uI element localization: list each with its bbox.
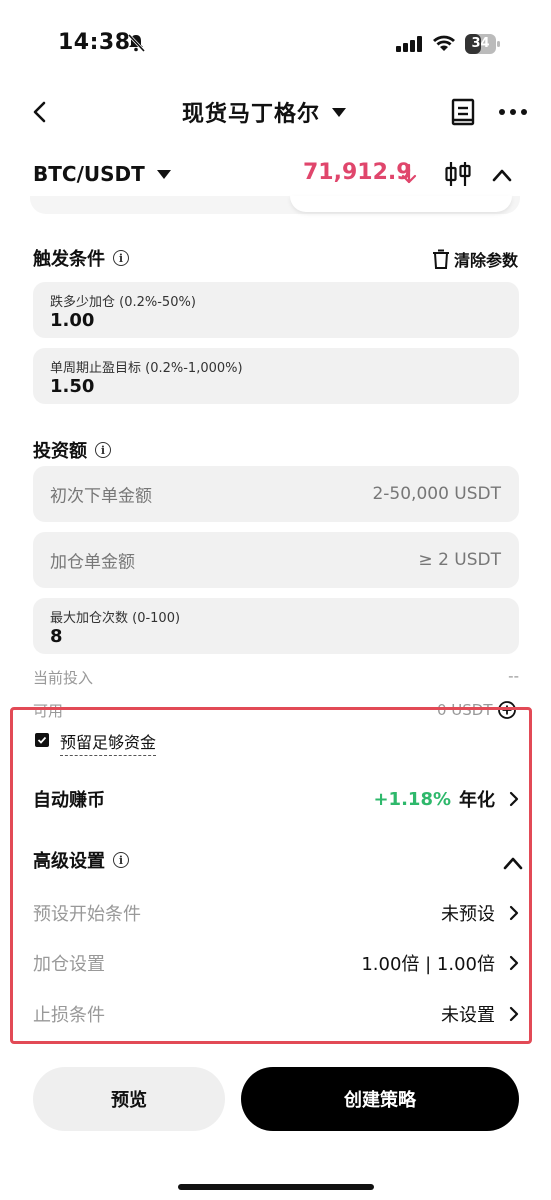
initial-order-range: 2-50,000 USDT xyxy=(372,484,501,504)
trigger-title-text: 触发条件 xyxy=(33,249,105,270)
clear-params-button[interactable]: 清除参数 xyxy=(432,247,518,271)
chevron-up-icon[interactable] xyxy=(503,856,523,870)
chevron-right-icon xyxy=(509,1006,519,1022)
max-add-count-label: 最大加仓次数 (0-100) xyxy=(50,611,181,626)
current-invest-value: -- xyxy=(508,667,519,685)
trigger-section-title: 触发条件 i xyxy=(33,245,129,271)
back-arrow-icon[interactable] xyxy=(30,100,50,124)
chevron-right-icon xyxy=(509,955,519,971)
bell-muted-icon xyxy=(127,33,146,53)
investment-title-text: 投资额 xyxy=(33,441,87,462)
status-time: 14:38 xyxy=(58,30,131,55)
max-add-count-input[interactable]: 最大加仓次数 (0-100) 8 xyxy=(33,598,519,654)
pair-selector[interactable]: BTC/USDT xyxy=(33,162,171,186)
more-icon[interactable] xyxy=(498,108,528,116)
stop-loss-row[interactable]: 未设置 xyxy=(441,1001,519,1027)
auto-earn-row[interactable]: +1.18% 年化 xyxy=(373,786,519,812)
clear-params-label: 清除参数 xyxy=(454,251,519,270)
initial-order-placeholder: 初次下单金额 xyxy=(50,486,152,507)
auto-earn-rate: +1.18% xyxy=(373,788,451,810)
chevron-right-icon xyxy=(509,791,519,807)
pair-symbol: BTC/USDT xyxy=(33,162,145,186)
max-add-count-value: 8 xyxy=(50,626,63,647)
add-order-input[interactable]: 加仓单金额 ≥ 2 USDT xyxy=(33,532,519,588)
drop-percent-value: 1.00 xyxy=(50,310,95,331)
add-position-settings-label: 加仓设置 xyxy=(33,954,105,975)
caret-down-icon xyxy=(156,169,171,179)
investment-section-title: 投资额 i xyxy=(33,437,111,463)
trash-icon xyxy=(433,249,449,269)
highlight-frame xyxy=(10,707,532,1044)
preset-start-label: 预设开始条件 xyxy=(33,904,141,925)
auto-earn-suffix: 年化 xyxy=(459,790,495,811)
chevron-up-icon[interactable] xyxy=(492,168,512,182)
wifi-icon xyxy=(433,35,455,51)
current-invest-label: 当前投入 xyxy=(33,669,94,687)
add-position-settings-value: 1.00倍 | 1.00倍 xyxy=(361,954,495,975)
create-strategy-button[interactable]: 创建策略 xyxy=(241,1067,519,1131)
info-icon[interactable]: i xyxy=(95,442,111,458)
add-order-range: ≥ 2 USDT xyxy=(418,550,501,570)
add-position-settings-row[interactable]: 1.00倍 | 1.00倍 xyxy=(361,950,519,976)
preview-button[interactable]: 预览 xyxy=(33,1067,225,1131)
arrow-down-icon xyxy=(401,163,417,184)
collapsed-panel-overlay xyxy=(290,196,512,212)
drop-percent-input[interactable]: 跌多少加仓 (0.2%-50%) 1.00 xyxy=(33,282,519,338)
info-icon[interactable]: i xyxy=(113,250,129,266)
preset-start-row[interactable]: 未预设 xyxy=(441,900,519,926)
add-order-placeholder: 加仓单金额 xyxy=(50,552,135,573)
battery-level: 34 xyxy=(471,36,490,51)
home-indicator[interactable] xyxy=(178,1184,374,1190)
battery-icon: 34 xyxy=(465,34,501,54)
auto-earn-label: 自动赚币 xyxy=(33,790,105,811)
strategy-selector[interactable]: 现货马丁格尔 xyxy=(182,96,347,128)
document-icon[interactable] xyxy=(451,98,475,126)
take-profit-value: 1.50 xyxy=(50,376,95,397)
last-price: 71,912.9 xyxy=(303,160,412,185)
reserve-funds-label[interactable]: 预留足够资金 xyxy=(60,729,157,756)
advanced-title-text: 高级设置 xyxy=(33,851,105,872)
stop-loss-value: 未设置 xyxy=(441,1005,495,1026)
page-title: 现货马丁格尔 xyxy=(182,102,321,127)
initial-order-input[interactable]: 初次下单金额 2-50,000 USDT xyxy=(33,466,519,522)
drop-percent-label: 跌多少加仓 (0.2%-50%) xyxy=(50,295,196,310)
info-icon[interactable]: i xyxy=(113,852,129,868)
caret-down-icon xyxy=(332,107,347,117)
take-profit-label: 单周期止盈目标 (0.2%-1,000%) xyxy=(50,361,243,376)
check-icon xyxy=(37,736,47,744)
stop-loss-label: 止损条件 xyxy=(33,1005,105,1026)
chevron-right-icon xyxy=(509,905,519,921)
signal-icon xyxy=(396,36,422,52)
preset-start-value: 未预设 xyxy=(441,904,495,925)
reserve-funds-checkbox[interactable] xyxy=(35,733,49,747)
take-profit-input[interactable]: 单周期止盈目标 (0.2%-1,000%) 1.50 xyxy=(33,348,519,404)
candlestick-chart-icon[interactable] xyxy=(444,160,472,188)
advanced-section-title: 高级设置 i xyxy=(33,847,129,873)
